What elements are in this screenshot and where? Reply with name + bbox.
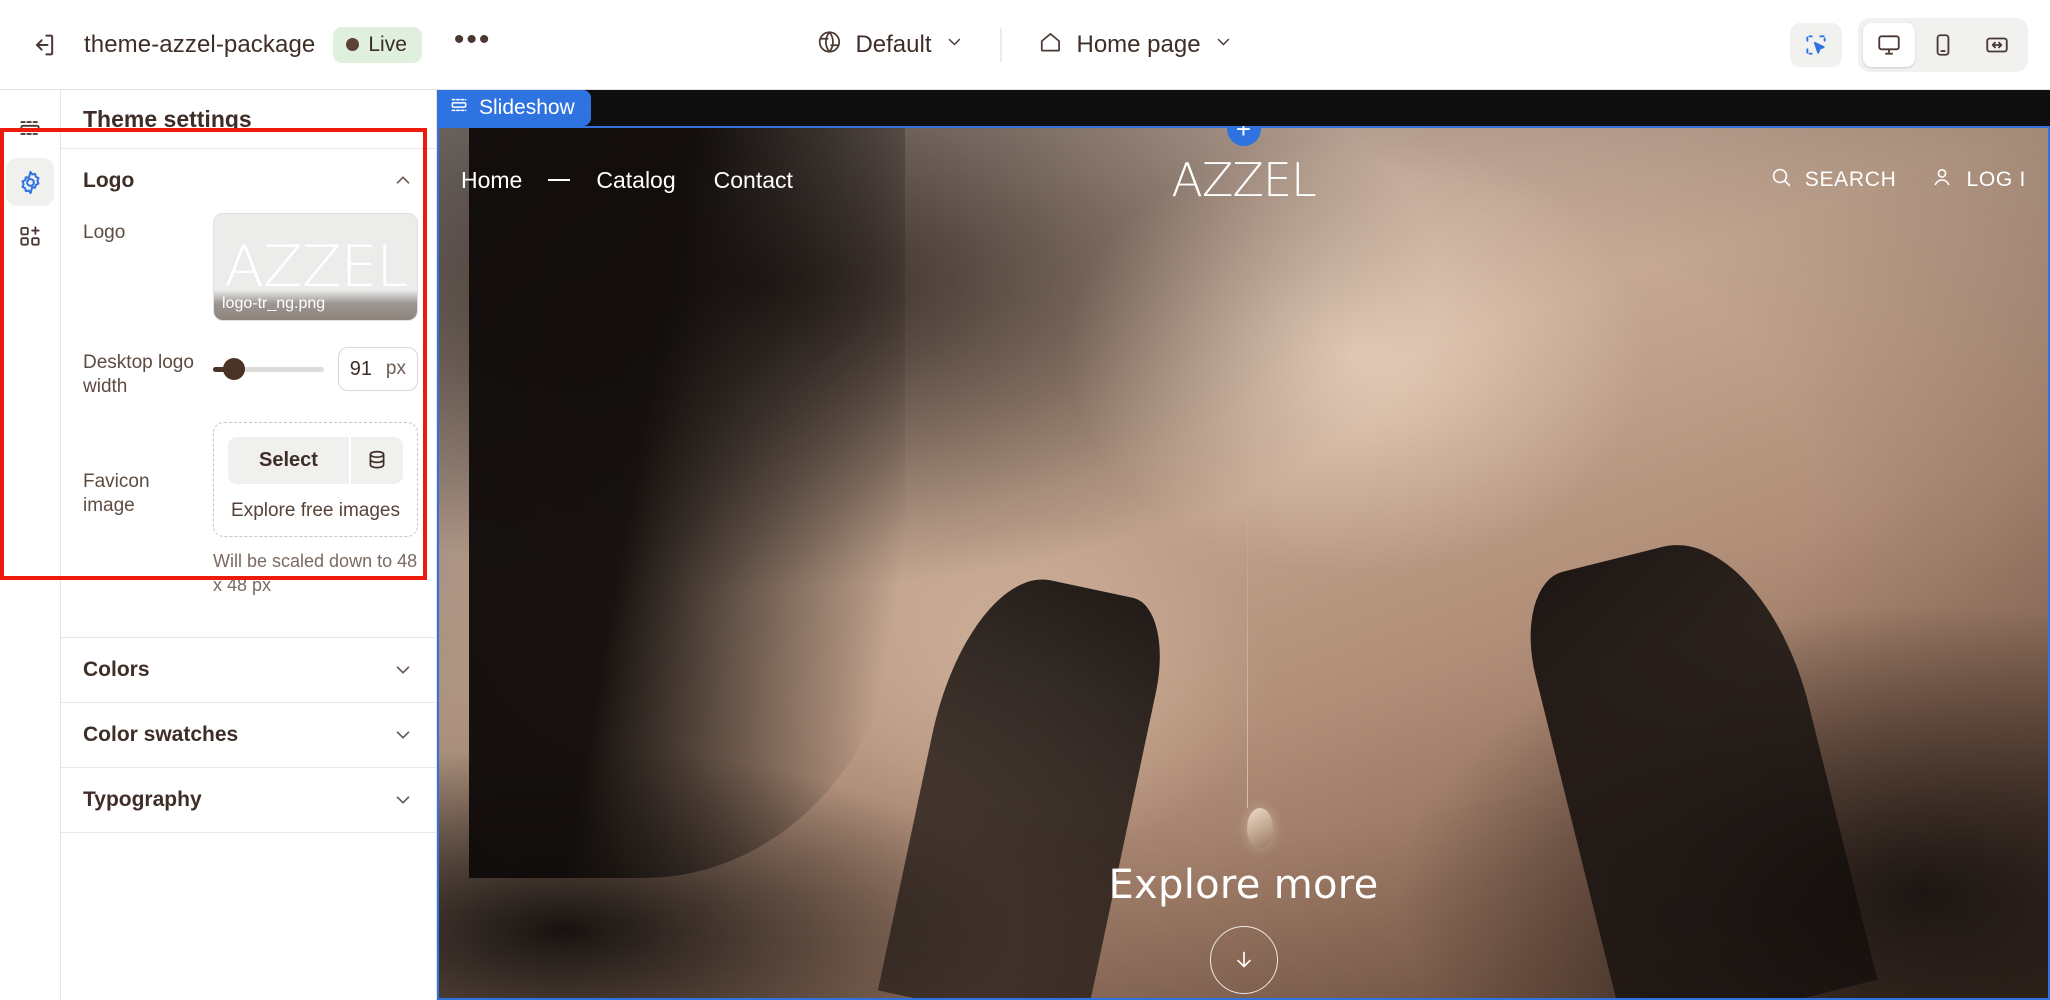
shop-name: theme-azzel-package bbox=[84, 30, 316, 58]
field-favicon-control: Select Explore free images Will be scale… bbox=[213, 421, 418, 598]
store-search-label: SEARCH bbox=[1804, 168, 1897, 191]
logo-width-slider[interactable] bbox=[213, 358, 324, 380]
nav-dash-icon bbox=[548, 179, 571, 181]
more-options-button[interactable]: ••• bbox=[440, 24, 506, 65]
status-dot bbox=[346, 38, 360, 51]
section-color-swatches-header[interactable]: Color swatches bbox=[61, 703, 436, 767]
section-colors: Colors bbox=[61, 637, 436, 702]
section-logo: Logo Logo AZZEL logo-tr_ng.png Desktop l… bbox=[61, 148, 436, 637]
fullwidth-icon[interactable] bbox=[1971, 23, 2023, 67]
store-nav-links: Home Catalog Contact bbox=[461, 167, 793, 194]
section-color-swatches-title: Color swatches bbox=[83, 723, 239, 747]
field-logo-control: AZZEL logo-tr_ng.png bbox=[213, 213, 418, 321]
favicon-helper-text: Will be scaled down to 48 x 48 px bbox=[213, 550, 418, 595]
logo-filename: logo-tr_ng.png bbox=[214, 290, 417, 320]
select-button[interactable]: Select bbox=[228, 436, 349, 484]
panel-header: Theme settings bbox=[61, 90, 436, 148]
divider bbox=[1000, 27, 1002, 62]
hero-cta: Explore more bbox=[1108, 862, 1378, 994]
slideshow-section[interactable]: + Home Catalog Contact AZZEL SEARCH LOG … bbox=[437, 126, 2050, 1000]
field-favicon-label: Favicon image bbox=[83, 470, 150, 516]
mobile-icon[interactable] bbox=[1917, 23, 1969, 67]
sections-icon[interactable] bbox=[6, 104, 54, 152]
section-divider-bottom bbox=[61, 832, 436, 834]
gear-icon[interactable] bbox=[6, 158, 54, 206]
field-logo-label: Logo bbox=[83, 222, 126, 243]
exit-icon[interactable] bbox=[22, 23, 66, 67]
store-nav-link-catalog[interactable]: Catalog bbox=[596, 167, 675, 194]
database-icon[interactable] bbox=[351, 436, 403, 484]
panel-scroll[interactable]: Logo Logo AZZEL logo-tr_ng.png Desktop l… bbox=[61, 148, 436, 1000]
page-selector[interactable]: Home page bbox=[1023, 23, 1247, 66]
arrow-down-icon[interactable] bbox=[1209, 926, 1278, 994]
logo-width-input[interactable]: 91 px bbox=[337, 347, 418, 391]
store-nav-link-contact[interactable]: Contact bbox=[714, 167, 793, 194]
explore-free-images-link[interactable]: Explore free images bbox=[228, 500, 403, 522]
page-label: Home page bbox=[1076, 30, 1201, 58]
store-search-button[interactable]: SEARCH bbox=[1769, 165, 1897, 195]
chevron-down-icon bbox=[392, 724, 414, 746]
store-actions: SEARCH LOG I bbox=[1769, 165, 2026, 195]
editor-body: Theme settings Logo Logo AZZEL logo-tr_n… bbox=[0, 90, 2050, 1000]
top-bar-right bbox=[1790, 17, 2028, 72]
top-bar-center: Default Home page bbox=[802, 23, 1247, 66]
logo-width-value: 91 bbox=[349, 357, 372, 380]
section-typography: Typography bbox=[61, 767, 436, 832]
chevron-up-icon bbox=[392, 170, 414, 192]
account-icon bbox=[1930, 165, 1954, 195]
chevron-down-icon bbox=[944, 32, 964, 57]
device-toggle-group bbox=[1858, 17, 2028, 72]
logo-width-unit: px bbox=[385, 358, 406, 379]
home-icon bbox=[1037, 29, 1063, 60]
section-colors-title: Colors bbox=[83, 658, 150, 682]
section-badge-slideshow[interactable]: Slideshow bbox=[437, 90, 591, 126]
chevron-down-icon bbox=[392, 659, 414, 681]
status-label: Live bbox=[368, 32, 407, 56]
slideshow-icon bbox=[449, 95, 469, 121]
chevron-down-icon bbox=[1214, 32, 1234, 57]
top-bar-left: theme-azzel-package Live ••• bbox=[0, 23, 505, 67]
pointer-select-icon[interactable] bbox=[1790, 22, 1842, 67]
field-favicon: Favicon image Select Explore free images… bbox=[83, 421, 418, 598]
locale-label: Default bbox=[855, 30, 932, 58]
icon-rail bbox=[0, 90, 61, 1000]
preview-top-band bbox=[437, 90, 2050, 126]
store-logo[interactable]: AZZEL bbox=[1171, 153, 1316, 207]
section-logo-header[interactable]: Logo bbox=[61, 149, 436, 213]
section-badge-label: Slideshow bbox=[479, 96, 575, 119]
field-desktop-logo-width-label: Desktop logo width bbox=[83, 352, 194, 398]
section-color-swatches: Color swatches bbox=[61, 702, 436, 767]
field-desktop-logo-width-control: 91 px bbox=[213, 343, 418, 391]
store-preview[interactable]: Slideshow + Home Catalog Contact AZZEL S… bbox=[437, 90, 2050, 1000]
store-login-label: LOG I bbox=[1966, 168, 2026, 191]
theme-settings-panel: Theme settings Logo Logo AZZEL logo-tr_n… bbox=[61, 90, 437, 1000]
search-icon bbox=[1769, 165, 1793, 195]
slider-thumb[interactable] bbox=[223, 358, 246, 380]
page-title: Theme settings bbox=[83, 105, 252, 132]
hero-cta-text: Explore more bbox=[1108, 862, 1379, 908]
theme-editor-app: theme-azzel-package Live ••• Default Hom… bbox=[0, 0, 2050, 1000]
logo-thumbnail[interactable]: AZZEL logo-tr_ng.png bbox=[213, 213, 418, 321]
field-logo: Logo AZZEL logo-tr_ng.png bbox=[83, 213, 418, 321]
desktop-icon[interactable] bbox=[1863, 22, 1915, 67]
locale-selector[interactable]: Default bbox=[802, 23, 978, 66]
chevron-down-icon bbox=[392, 789, 414, 811]
field-desktop-logo-width: Desktop logo width 91 px bbox=[83, 343, 418, 400]
section-logo-body: Logo AZZEL logo-tr_ng.png Desktop logo w… bbox=[61, 213, 436, 637]
section-typography-title: Typography bbox=[83, 788, 202, 812]
apps-add-icon[interactable] bbox=[6, 212, 54, 260]
globe-icon bbox=[816, 29, 842, 60]
store-nav-link-home[interactable]: Home bbox=[461, 167, 522, 194]
top-bar: theme-azzel-package Live ••• Default Hom… bbox=[0, 0, 2050, 90]
status-badge: Live bbox=[333, 26, 422, 63]
favicon-picker: Select Explore free images bbox=[213, 421, 418, 537]
section-logo-title: Logo bbox=[83, 169, 135, 192]
section-typography-header[interactable]: Typography bbox=[61, 768, 436, 832]
section-colors-header[interactable]: Colors bbox=[61, 638, 436, 702]
store-login-button[interactable]: LOG I bbox=[1930, 165, 2026, 195]
